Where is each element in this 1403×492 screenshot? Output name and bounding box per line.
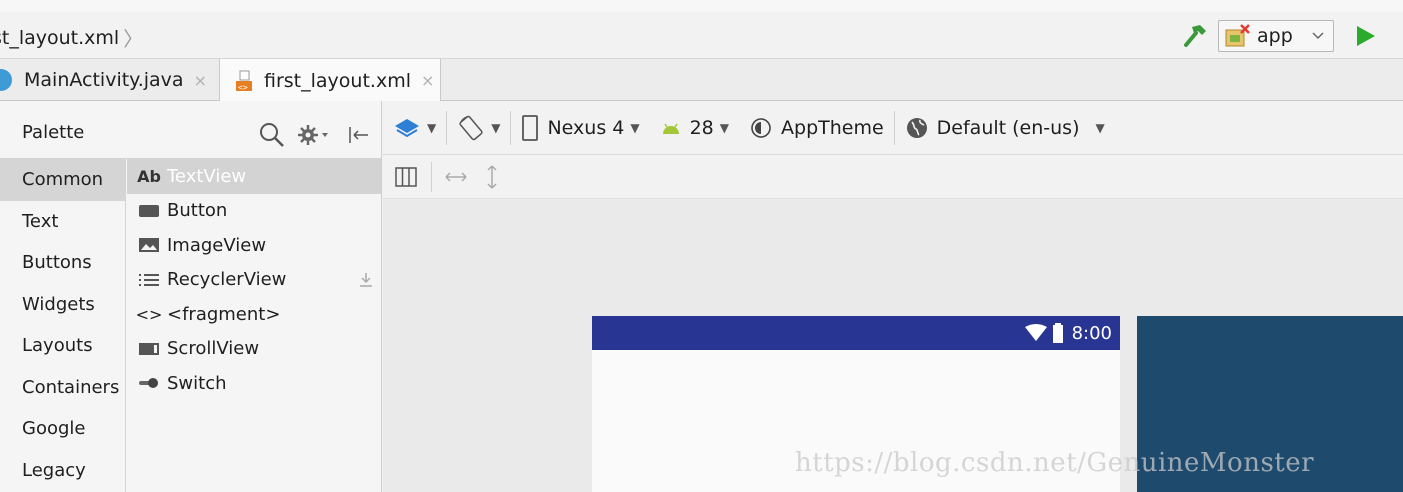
palette-widget-textview[interactable]: Ab TextView [127,159,381,194]
palette-widget-fragment[interactable]: <> <fragment> [127,297,381,332]
device-label: Nexus 4 [547,116,625,139]
widget-label: TextView [167,165,247,187]
window-top-strip [0,0,1403,12]
layout-xml-file-icon: <> [236,70,252,92]
gear-icon[interactable] [296,121,334,149]
image-icon [137,235,161,255]
palette-widget-button[interactable]: Button [127,194,381,229]
palette-category-containers[interactable]: Containers [0,367,125,409]
locale-dropdown[interactable]: Default (en-us) ▼ [895,116,1115,140]
svg-text:<>: <> [238,83,248,92]
palette-panel: Palette Common Text Buttons Widgets Layo… [0,101,382,492]
layers-icon [395,118,419,137]
palette-widget-recyclerview[interactable]: RecyclerView [127,263,381,298]
button-icon [137,201,161,221]
palette-widget-imageview[interactable]: ImageView [127,228,381,263]
android-icon [662,123,679,134]
app-module-icon [1225,24,1250,47]
code-brackets-icon: <> [135,304,163,324]
navigation-bar: st_layout.xml 〉 app [0,12,1403,59]
chevron-down-icon: ▼ [630,120,640,135]
palette-category-common[interactable]: Common [0,159,125,201]
horizontal-resize-icon[interactable] [442,167,470,187]
palette-category-text[interactable]: Text [0,201,125,243]
chevron-down-icon: ▼ [427,120,437,135]
wifi-icon [1024,324,1047,341]
design-toolbar: ▼ ▼ Nexus 4 ▼ 28 ▼ AppTheme Default (en-… [383,101,1403,155]
columns-layout-icon[interactable] [393,164,419,190]
palette-tools [258,121,372,149]
phone-icon [522,114,539,141]
chevron-down-icon: ▼ [719,120,730,135]
widget-label: ScrollView [167,338,260,360]
tab-main-activity[interactable]: MainActivity.java × [0,59,218,101]
palette-widget-scrollview[interactable]: ScrollView [127,332,381,367]
palette-category-widgets[interactable]: Widgets [0,284,125,326]
palette-widget-switch[interactable]: Switch [127,366,381,401]
tab-first-layout[interactable]: <> first_layout.xml × [219,59,441,102]
watermark-text: https://blog.csdn.net/GenuineMonster [795,448,1315,478]
globe-icon [906,117,927,138]
palette-title: Palette [22,122,85,143]
palette-category-legacy[interactable]: Legacy [0,450,125,492]
run-play-icon[interactable] [1352,23,1378,49]
scrollview-icon [137,339,161,359]
chevron-down-icon [1312,32,1324,40]
breadcrumb-file[interactable]: st_layout.xml [0,27,119,49]
java-class-icon [0,69,12,91]
chevron-down-icon: ▼ [1095,120,1105,135]
widget-label: Button [167,200,228,222]
rotate-orientation-icon [459,115,483,140]
vertical-resize-icon[interactable] [482,163,502,191]
theme-selector[interactable]: AppTheme [739,116,894,140]
toolbar-divider [431,161,432,192]
search-icon[interactable] [258,121,286,149]
battery-icon [1052,323,1063,343]
run-configuration-label: app [1257,25,1293,47]
textview-icon: Ab [137,166,161,186]
palette-widgets: Ab TextView Button ImageView RecyclerVie… [127,159,381,492]
widget-label: RecyclerView [167,269,287,291]
palette-header: Palette [0,101,382,159]
palette-category-google[interactable]: Google [0,408,125,450]
design-surface-dropdown[interactable]: ▼ [383,116,446,140]
widget-label: Switch [167,372,227,394]
locale-label: Default (en-us) [936,116,1080,139]
api-level-dropdown[interactable]: 28 ▼ [650,117,739,139]
breadcrumb: st_layout.xml 〉 [0,23,143,52]
api-level-label: 28 [689,116,714,139]
list-icon [137,270,161,290]
chevron-down-icon: ▼ [491,120,501,135]
collapse-panel-icon[interactable] [346,121,372,149]
palette-category-layouts[interactable]: Layouts [0,325,125,367]
editor-tabs: MainActivity.java × <> first_layout.xml … [0,59,1403,102]
make-project-hammer-icon[interactable] [1180,21,1210,51]
run-configuration-dropdown[interactable]: app [1218,20,1334,52]
theme-icon [751,117,771,138]
widget-label: <fragment> [167,303,281,325]
theme-label: AppTheme [781,116,884,139]
widget-label: ImageView [167,234,267,256]
palette-category-buttons[interactable]: Buttons [0,242,125,284]
download-icon[interactable] [357,271,375,289]
tab-close-icon[interactable]: × [194,71,207,90]
device-dropdown[interactable]: Nexus 4 ▼ [511,114,649,142]
breadcrumb-separator: 〉 [123,27,144,51]
device-status-bar: 8:00 [592,316,1120,350]
palette-categories: Common Text Buttons Widgets Layouts Cont… [0,159,126,492]
tab-close-icon[interactable]: × [421,71,434,90]
orientation-dropdown[interactable]: ▼ [447,114,510,142]
tab-label: MainActivity.java [24,69,184,91]
layout-toolbar [383,155,1403,199]
status-time: 8:00 [1071,322,1112,344]
run-toolbar: app [1180,20,1378,52]
switch-icon [137,373,161,393]
tab-label: first_layout.xml [264,69,411,92]
